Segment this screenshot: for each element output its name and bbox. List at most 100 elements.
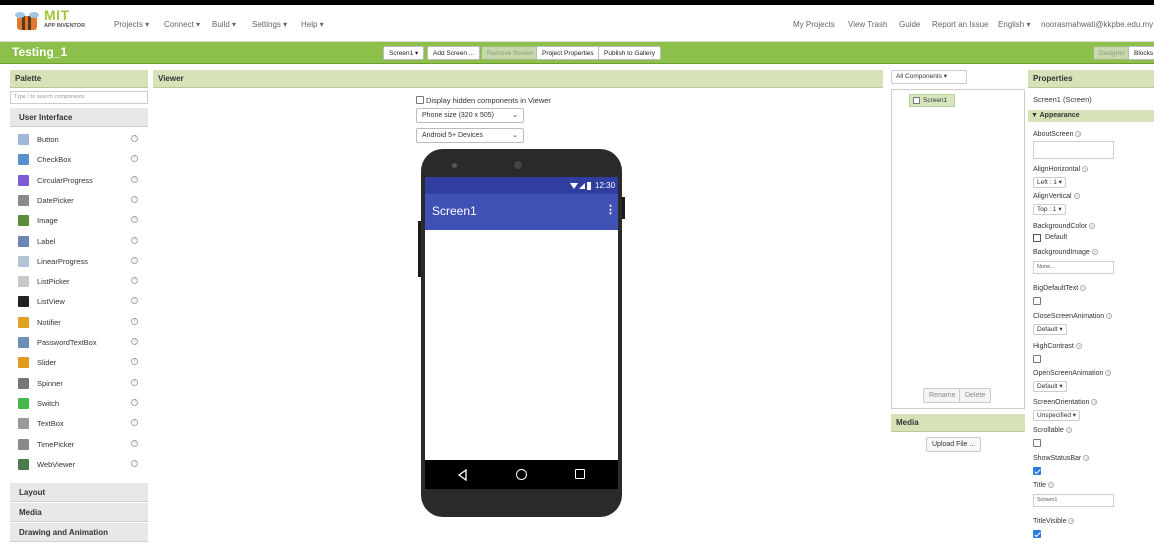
menu-settings[interactable]: Settings ▾ bbox=[252, 20, 287, 29]
help-icon[interactable]: ? bbox=[131, 297, 138, 305]
blocks-button[interactable]: Blocks bbox=[1128, 46, 1154, 60]
category-layout[interactable]: Layout bbox=[10, 483, 148, 502]
help-icon[interactable]: ? bbox=[131, 256, 138, 264]
category-user-interface[interactable]: User Interface bbox=[10, 108, 148, 127]
menu-projects[interactable]: Projects ▾ bbox=[114, 20, 149, 29]
help-icon[interactable]: ? bbox=[131, 439, 138, 447]
palette-item-timepicker[interactable]: TimePicker? bbox=[10, 435, 148, 455]
bgcolor-value[interactable]: Default bbox=[1045, 234, 1067, 241]
category-media[interactable]: Media bbox=[10, 503, 148, 522]
help-icon[interactable]: ? bbox=[131, 338, 138, 345]
help-icon[interactable]: ? bbox=[131, 358, 138, 366]
palette-item-listview[interactable]: ListView? bbox=[10, 292, 148, 312]
help-icon[interactable]: ? bbox=[131, 175, 138, 183]
help-icon[interactable]: ? bbox=[1075, 131, 1082, 137]
palette-item-image[interactable]: Image? bbox=[10, 211, 148, 231]
appearance-section-toggle[interactable]: ▼ Appearance bbox=[1028, 110, 1154, 122]
aboutscreen-textarea[interactable] bbox=[1033, 141, 1114, 159]
menu-connect[interactable]: Connect ▾ bbox=[164, 20, 200, 29]
link-report-issue[interactable]: Report an Issue bbox=[932, 20, 988, 29]
app-inventor-logo[interactable]: MIT APP INVENTOR bbox=[14, 7, 96, 40]
designer-button[interactable]: Designer bbox=[1093, 46, 1132, 60]
help-icon[interactable]: ? bbox=[1105, 370, 1112, 376]
palette-search-input[interactable]: Type / to search components bbox=[10, 91, 148, 104]
scrollable-checkbox[interactable] bbox=[1033, 439, 1041, 447]
palette-item-textbox[interactable]: TextBox? bbox=[10, 414, 148, 434]
help-icon[interactable]: ? bbox=[131, 419, 138, 427]
bgimage-picker[interactable]: None... bbox=[1033, 261, 1114, 274]
help-icon[interactable]: ? bbox=[1068, 518, 1075, 524]
bgcolor-swatch[interactable] bbox=[1033, 234, 1041, 242]
publish-gallery-button[interactable]: Publish to Gallery bbox=[598, 46, 661, 60]
help-icon[interactable]: ? bbox=[131, 135, 138, 142]
device-theme-select[interactable]: Android 5+ Devices ⌄ bbox=[416, 128, 524, 143]
alignh-dropdown[interactable]: Left : 1 ▾ bbox=[1033, 177, 1066, 188]
help-icon[interactable]: ? bbox=[1080, 285, 1087, 291]
palette-item-slider[interactable]: Slider? bbox=[10, 353, 148, 373]
phone-size-select[interactable]: Phone size (320 x 505) ⌄ bbox=[416, 108, 524, 123]
help-icon[interactable]: ? bbox=[1106, 313, 1113, 319]
orientation-dropdown[interactable]: Unspecified ▾ bbox=[1033, 410, 1081, 421]
all-components-dropdown[interactable]: All Components ▾ bbox=[891, 70, 967, 84]
help-icon[interactable]: ? bbox=[131, 398, 138, 406]
palette-item-switch[interactable]: Switch? bbox=[10, 394, 148, 414]
phone-status-bar: 12:30 bbox=[425, 177, 618, 194]
help-icon[interactable]: ? bbox=[131, 317, 138, 325]
palette-item-linearprogress[interactable]: LinearProgress? bbox=[10, 252, 148, 272]
category-drawing-animation[interactable]: Drawing and Animation bbox=[10, 523, 148, 542]
palette-item-notifier[interactable]: Notifier? bbox=[10, 313, 148, 333]
help-icon[interactable]: ? bbox=[1091, 249, 1098, 255]
help-icon[interactable]: ? bbox=[131, 277, 138, 285]
phone-app-bar: Screen1 ⋮ bbox=[425, 194, 618, 230]
help-icon[interactable]: ? bbox=[131, 236, 138, 244]
delete-button[interactable]: Delete bbox=[959, 388, 992, 403]
alignv-dropdown[interactable]: Top : 1 ▾ bbox=[1033, 204, 1066, 215]
highcontrast-checkbox[interactable] bbox=[1033, 355, 1041, 363]
phone-screen[interactable]: 12:30 Screen1 ⋮ bbox=[425, 177, 618, 489]
bigtext-checkbox[interactable] bbox=[1033, 297, 1041, 305]
help-icon[interactable]: ? bbox=[131, 459, 138, 467]
palette-item-checkbox[interactable]: CheckBox? bbox=[10, 150, 148, 170]
help-icon[interactable]: ? bbox=[1073, 193, 1080, 199]
help-icon[interactable]: ? bbox=[131, 378, 138, 386]
title-input[interactable]: Screen1 bbox=[1033, 494, 1114, 507]
help-icon[interactable]: ? bbox=[1089, 223, 1096, 229]
tree-node-label: Screen1 bbox=[923, 97, 948, 104]
screen-select-button[interactable]: Screen1 ▾ bbox=[383, 46, 425, 60]
add-screen-button[interactable]: Add Screen ... bbox=[427, 46, 481, 60]
palette-item-label[interactable]: Label? bbox=[10, 232, 148, 252]
link-guide[interactable]: Guide bbox=[899, 20, 920, 29]
link-my-projects[interactable]: My Projects bbox=[793, 20, 835, 29]
palette-item-circularprogress[interactable]: CircularProgress? bbox=[10, 171, 148, 191]
menu-language[interactable]: English ▾ bbox=[998, 20, 1030, 29]
close-anim-dropdown[interactable]: Default ▾ bbox=[1033, 324, 1067, 335]
tree-node-screen1[interactable]: Screen1 bbox=[909, 94, 955, 107]
help-icon[interactable]: ? bbox=[1075, 343, 1082, 349]
palette-item-passwordtextbox[interactable]: PasswordTextBox? bbox=[10, 333, 148, 353]
display-hidden-checkbox[interactable] bbox=[416, 96, 424, 104]
user-email[interactable]: noorasmahwati@kkpbe.edu.my bbox=[1041, 20, 1153, 29]
open-anim-dropdown[interactable]: Default ▾ bbox=[1033, 381, 1067, 392]
help-icon[interactable]: ? bbox=[131, 195, 138, 203]
help-icon[interactable]: ? bbox=[1065, 427, 1072, 433]
link-view-trash[interactable]: View Trash bbox=[848, 20, 887, 29]
help-icon[interactable]: ? bbox=[1047, 482, 1054, 488]
help-icon[interactable]: ? bbox=[131, 216, 138, 224]
menu-help[interactable]: Help ▾ bbox=[301, 20, 324, 29]
palette-item-webviewer[interactable]: WebViewer? bbox=[10, 455, 148, 475]
palette-item-listpicker[interactable]: ListPicker? bbox=[10, 272, 148, 292]
help-icon[interactable]: ? bbox=[1082, 166, 1089, 172]
statusbar-checkbox[interactable] bbox=[1033, 467, 1041, 475]
project-properties-button[interactable]: Project Properties bbox=[536, 46, 600, 60]
help-icon[interactable]: ? bbox=[1091, 399, 1098, 405]
palette-item-datepicker[interactable]: DatePicker? bbox=[10, 191, 148, 211]
palette-item-spinner[interactable]: Spinner? bbox=[10, 374, 148, 394]
palette-item-button[interactable]: Button? bbox=[10, 130, 148, 150]
upload-file-button[interactable]: Upload File ... bbox=[926, 437, 982, 452]
help-icon[interactable]: ? bbox=[131, 155, 138, 163]
help-icon[interactable]: ? bbox=[1083, 455, 1090, 461]
titlevisible-checkbox[interactable] bbox=[1033, 530, 1041, 538]
remove-screen-button[interactable]: Remove Screen bbox=[481, 46, 540, 60]
menu-build[interactable]: Build ▾ bbox=[212, 20, 236, 29]
rename-button[interactable]: Rename bbox=[923, 388, 962, 403]
